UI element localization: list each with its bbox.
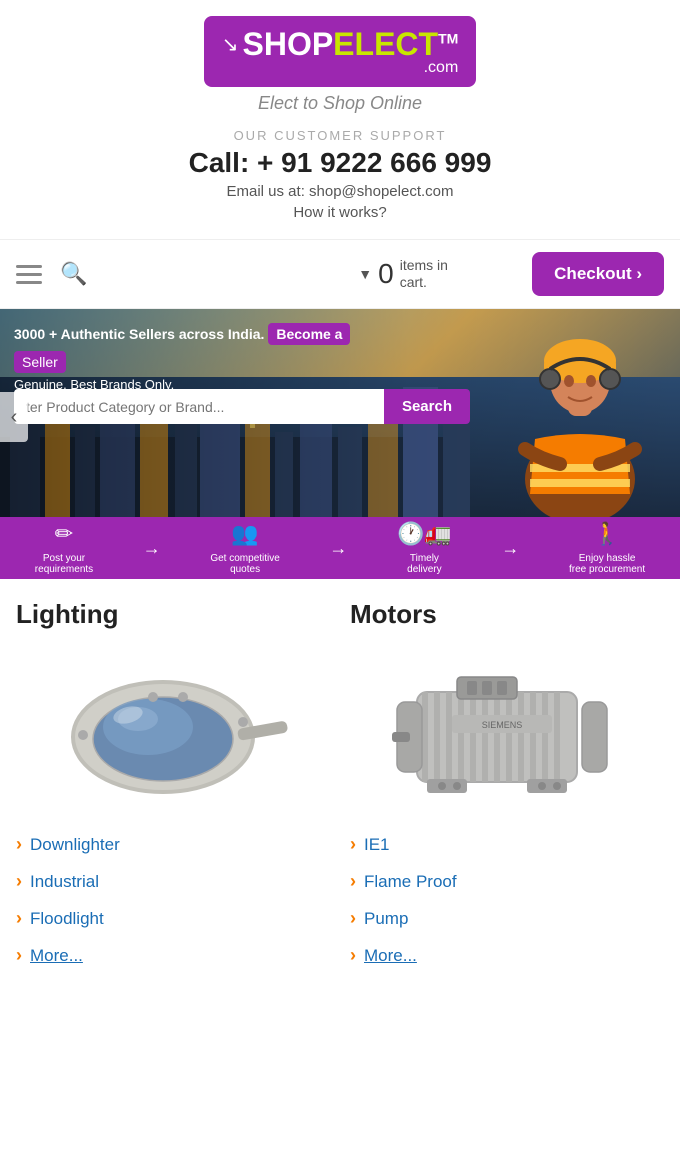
logo-shop-text: SHOP [242, 26, 333, 62]
flameproof-link[interactable]: Flame Proof [364, 872, 457, 892]
motors-item-more[interactable]: › More... [350, 937, 664, 974]
chevron-right-icon: › [350, 908, 356, 929]
lighting-image [16, 642, 330, 812]
tagline: Elect to Shop Online [10, 93, 670, 114]
header: ↘ SHOPELECTTM .com Elect to Shop Online … [0, 0, 680, 309]
chevron-right-icon: › [16, 834, 22, 855]
cart-dropdown-icon[interactable]: ▼ [358, 266, 372, 282]
motors-list: › IE1 › Flame Proof › Pump › More... [350, 826, 664, 974]
competitive-quotes-icon: 👥 [231, 521, 258, 547]
seller-button[interactable]: Seller [14, 351, 66, 373]
motors-more-link[interactable]: More... [364, 946, 417, 966]
chevron-right-icon: › [350, 871, 356, 892]
support-label: OUR CUSTOMER SUPPORT [10, 128, 670, 143]
lighting-list: › Downlighter › Industrial › Floodlight … [16, 826, 330, 974]
step-1-label: Post yourrequirements [35, 553, 93, 575]
lighting-column: Lighting [16, 599, 330, 974]
step-arrow-3: → [501, 538, 519, 559]
chevron-right-icon: › [16, 871, 22, 892]
svg-text:SIEMENS: SIEMENS [482, 720, 523, 730]
search-bar: Search [14, 389, 470, 424]
banner-text-area: 3000 + Authentic Sellers across India. B… [14, 323, 470, 392]
hamburger-menu-icon[interactable] [16, 265, 42, 284]
step-arrow-1: → [143, 538, 161, 559]
lighting-item-industrial[interactable]: › Industrial [16, 863, 330, 900]
logo[interactable]: ↘ SHOPELECTTM .com [204, 16, 477, 87]
banner-step-4: 🚶 Enjoy hasslefree procurement [569, 521, 645, 575]
lighting-title: Lighting [16, 599, 330, 630]
motor-image-icon: SIEMENS [387, 647, 627, 807]
search-icon[interactable]: 🔍 [60, 261, 87, 287]
step-4-label: Enjoy hasslefree procurement [569, 553, 645, 575]
floodlight-link[interactable]: Floodlight [30, 909, 104, 929]
floodlight-image-icon [53, 647, 293, 807]
ie1-link[interactable]: IE1 [364, 835, 390, 855]
banner-step-1: ✏ Post yourrequirements [35, 521, 93, 575]
toolbar: 🔍 ▼ 0 items incart. Checkout [0, 239, 680, 309]
motors-column: Motors [350, 599, 664, 974]
pump-link[interactable]: Pump [364, 909, 408, 929]
motors-image: SIEMENS [350, 642, 664, 812]
motors-item-ie1[interactable]: › IE1 [350, 826, 664, 863]
banner-step-2: 👥 Get competitivequotes [210, 521, 279, 575]
search-input[interactable] [14, 389, 384, 424]
timely-delivery-icon: 🕐🚛 [397, 521, 452, 547]
chevron-right-icon: › [350, 945, 356, 966]
products-grid: Lighting [16, 599, 664, 974]
lighting-item-floodlight[interactable]: › Floodlight [16, 900, 330, 937]
banner: 3000 + Authentic Sellers across India. B… [0, 309, 680, 579]
cart-count: 0 [378, 258, 394, 290]
search-button[interactable]: Search [384, 389, 470, 424]
motors-item-pump[interactable]: › Pump [350, 900, 664, 937]
chevron-right-icon: › [16, 908, 22, 929]
logo-tm-text: TM [438, 30, 458, 46]
lighting-more-link[interactable]: More... [30, 946, 83, 966]
step-3-label: Timelydelivery [407, 553, 441, 575]
sellers-text: 3000 + Authentic Sellers across India. B… [14, 323, 470, 345]
how-it-works-link[interactable]: How it works? [10, 204, 670, 221]
worker-illustration [480, 309, 680, 519]
post-requirements-icon: ✏ [55, 521, 73, 547]
slider-prev-arrow[interactable]: ‹ [0, 392, 28, 442]
motors-item-flameproof[interactable]: › Flame Proof [350, 863, 664, 900]
logo-arrow-icon: ↘ [222, 32, 239, 57]
checkout-button[interactable]: Checkout [532, 252, 664, 296]
products-section: Lighting [0, 579, 680, 994]
become-seller-button[interactable]: Become a [268, 323, 350, 345]
motors-title: Motors [350, 599, 664, 630]
downlighter-link[interactable]: Downlighter [30, 835, 120, 855]
worker-figure-icon [480, 309, 680, 519]
step-2-label: Get competitivequotes [210, 553, 279, 575]
chevron-right-icon: › [16, 945, 22, 966]
email-address: Email us at: shop@shopelect.com [10, 183, 670, 200]
banner-steps-bar: ✏ Post yourrequirements → 👥 Get competit… [0, 517, 680, 579]
phone-number: Call: + 91 9222 666 999 [10, 147, 670, 179]
banner-step-3: 🕐🚛 Timelydelivery [397, 521, 452, 575]
industrial-link[interactable]: Industrial [30, 872, 99, 892]
lighting-item-downlighter[interactable]: › Downlighter [16, 826, 330, 863]
cart-area: ▼ 0 items incart. [274, 257, 532, 291]
lighting-item-more[interactable]: › More... [16, 937, 330, 974]
step-arrow-2: → [329, 538, 347, 559]
hassle-free-icon: 🚶 [593, 521, 620, 547]
chevron-right-icon: › [350, 834, 356, 855]
logo-elect-text: ELECT [333, 26, 438, 62]
cart-label: items incart. [400, 257, 448, 291]
